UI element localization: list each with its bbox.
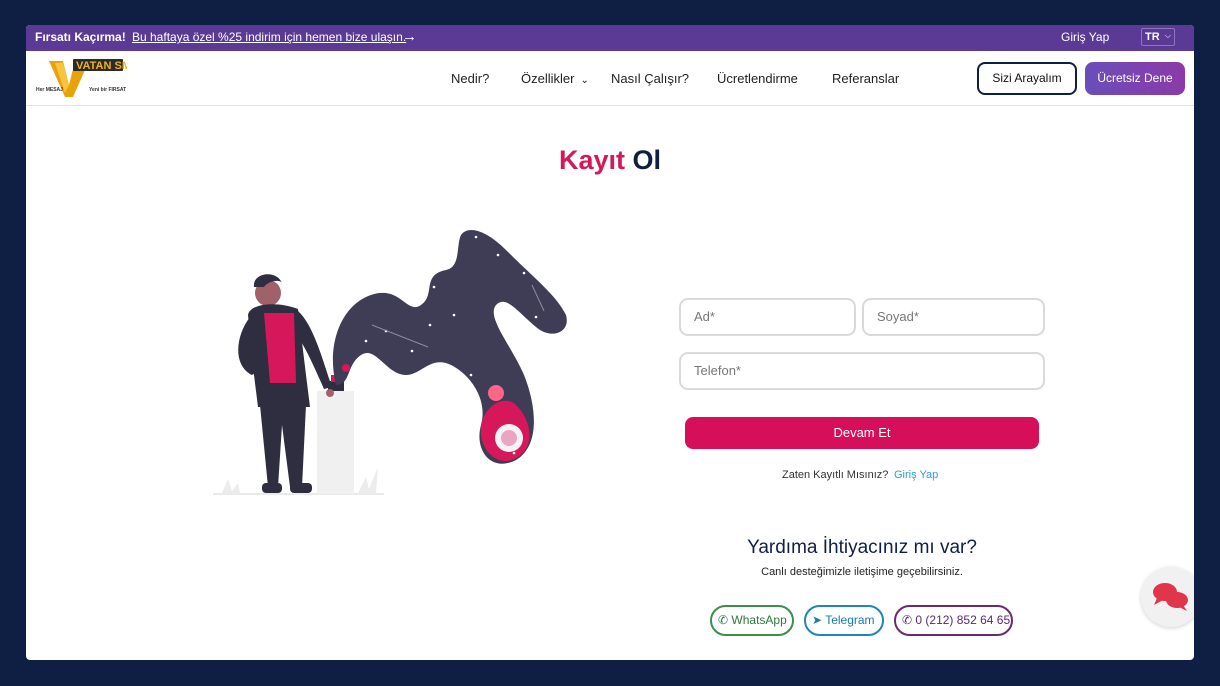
chat-bubbles-icon <box>1153 583 1188 611</box>
language-value: TR <box>1145 31 1160 43</box>
page-title: Kayıt Ol <box>26 145 1194 176</box>
chevron-down-icon: ⌄ <box>580 75 589 86</box>
promo-bar: Fırsatı Kaçırma! Bu haftaya özel %25 ind… <box>26 25 1194 51</box>
nav-item-ozellikler[interactable]: Özellikler ⌄ <box>521 71 589 86</box>
promo-link[interactable]: Bu haftaya özel %25 indirim için hemen b… <box>132 30 406 44</box>
page-title-part1: Kayıt <box>558 145 625 175</box>
page-title-part2: Ol <box>632 145 662 175</box>
arrow-right-icon[interactable]: → <box>402 28 417 45</box>
browser-viewport: Fırsatı Kaçırma! Bu haftaya özel %25 ind… <box>26 25 1194 660</box>
logo-wordmark: VATAN SMS <box>76 60 127 72</box>
main-navigation: VATAN SMS Her MESAJ Yeni bir FIRSAT Nedi… <box>26 51 1194 106</box>
already-registered-text: Zaten Kayıtlı Mısınız? <box>782 469 889 481</box>
nav-item-ucretlendirme[interactable]: Ücretlendirme <box>717 71 798 86</box>
login-link[interactable]: Giriş Yap <box>894 469 938 481</box>
call-me-button[interactable]: Sizi Arayalım <box>977 62 1077 95</box>
phone-label: 0 (212) 852 64 65 <box>915 613 1011 627</box>
phone-input[interactable]: Telefon* <box>679 352 1045 390</box>
promo-headline: Fırsatı Kaçırma! <box>35 30 126 44</box>
free-trial-button[interactable]: Ücretsiz Dene <box>1085 62 1185 95</box>
live-chat-button[interactable] <box>1141 567 1194 627</box>
telegram-button[interactable]: ➤ Telegram <box>804 605 884 636</box>
whatsapp-label: WhatsApp <box>731 613 787 627</box>
first-name-input[interactable]: Ad* <box>679 298 856 336</box>
telegram-label: Telegram <box>825 613 875 627</box>
help-title: Yardıma İhtiyacınız mı var? <box>747 537 977 558</box>
logo-tagline-left: Her MESAJ <box>36 87 63 93</box>
phone-button[interactable]: ✆ 0 (212) 852 64 65 <box>894 605 1013 636</box>
whatsapp-button[interactable]: ✆ WhatsApp <box>710 605 794 636</box>
nav-item-referanslar[interactable]: Referanslar <box>832 71 899 86</box>
nav-item-nedir[interactable]: Nedir? <box>451 71 489 86</box>
language-select[interactable]: TR ⌵ <box>1141 28 1175 46</box>
brand-logo[interactable]: VATAN SMS Her MESAJ Yeni bir FIRSAT <box>35 55 138 99</box>
chevron-down-icon: ⌵ <box>1164 31 1171 40</box>
top-login-link[interactable]: Giriş Yap <box>1061 30 1109 44</box>
telegram-icon: ➤ <box>812 613 823 627</box>
help-subtitle: Canlı desteğimizle iletişime geçebilirsi… <box>761 566 963 578</box>
continue-button[interactable]: Devam Et <box>685 417 1039 449</box>
whatsapp-icon: ✆ <box>718 613 729 627</box>
logo-tagline-right: Yeni bir FIRSAT <box>89 87 126 93</box>
phone-icon: ✆ <box>902 613 913 627</box>
nav-item-nasil-calisir[interactable]: Nasıl Çalışır? <box>611 71 689 86</box>
signup-illustration <box>206 225 596 505</box>
last-name-input[interactable]: Soyad* <box>862 298 1045 336</box>
nav-item-ozellikler-label: Özellikler <box>521 71 575 86</box>
